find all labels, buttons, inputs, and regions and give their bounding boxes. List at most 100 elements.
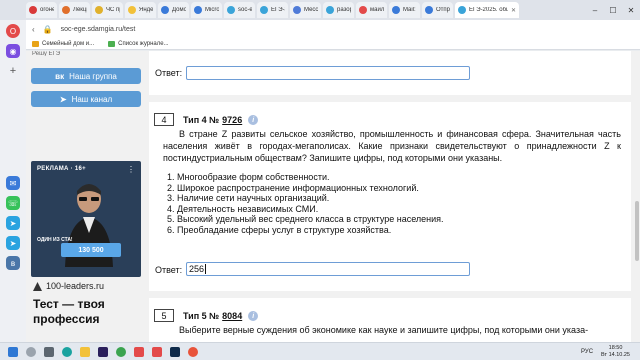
task-type-label: Тип 5 № (183, 311, 220, 321)
yandex-icon[interactable] (134, 346, 144, 357)
task-text: Выберите верные суждения об экономике ка… (179, 325, 589, 335)
browser-tab[interactable]: майл ру (356, 2, 387, 18)
close-icon[interactable]: ✕ (622, 6, 640, 15)
minimize-icon[interactable]: – (586, 6, 604, 15)
ad-site-label: 100-leaders.ru (46, 281, 105, 291)
tab-favicon-icon (260, 6, 268, 14)
telegram-channel-label: Наш канал (71, 94, 113, 104)
bookmark-item[interactable]: Список журнале... (108, 40, 169, 47)
photoshop-icon[interactable] (170, 346, 180, 357)
address-bar[interactable]: ‹ 🔒 soc-egе.sdamgia.ru/test (26, 20, 640, 38)
answer-input-prev[interactable] (186, 66, 470, 80)
premiere-icon[interactable] (98, 346, 108, 357)
browser-tab[interactable]: ЕГЭ-2025. общес✕ (455, 2, 519, 18)
tab-title: Mail: Пон (403, 7, 417, 13)
vk-group-button[interactable]: вк Наша группа (31, 68, 141, 84)
clock-time: 18:50 (608, 345, 623, 351)
edge-icon[interactable] (62, 346, 72, 357)
browser-tab[interactable]: Мессенджер (290, 2, 321, 18)
browser-tab[interactable]: ЕГЭ-2025 (257, 2, 288, 18)
url-text[interactable]: soc-egе.sdamgia.ru/test (61, 26, 136, 33)
screen: огонещ... Лекция Ч ЧС приро Яндекс Д Домовор… (0, 0, 640, 360)
add-icon[interactable]: + (6, 64, 20, 78)
task-option: 6. Преобладание сферы услуг в структуре … (167, 224, 392, 235)
yandex-icon[interactable] (152, 346, 162, 357)
ad-site-link[interactable]: 100-leaders.ru (33, 281, 104, 291)
chrome-icon[interactable] (116, 346, 126, 357)
answer-input[interactable]: 256 (186, 262, 470, 276)
browser-tab[interactable]: ЧС приро (92, 2, 123, 18)
lock-icon: 🔒 (42, 24, 53, 34)
tab-title: ЕГЭ-2025 (271, 7, 285, 13)
bookmark-icon (32, 40, 39, 47)
vk-icon[interactable]: в (6, 256, 20, 270)
tab-title: Microsoft (205, 7, 219, 13)
browser-tab[interactable]: разорет (323, 2, 354, 18)
browser-tab[interactable]: Mail: Пон (389, 2, 420, 18)
answer-label: Ответ: (155, 265, 183, 275)
task-option: 3. Наличие сети научных организаций. (167, 193, 330, 203)
language-indicator[interactable]: РУС (581, 349, 593, 355)
ad-headline[interactable]: Тест — твоя профессия (33, 297, 145, 327)
browser-tab[interactable]: огонещ... (26, 2, 57, 18)
tab-title: Домовор (172, 7, 186, 13)
tab-favicon-icon (425, 6, 433, 14)
tab-favicon-icon (95, 6, 103, 14)
task-number-box: 5 (154, 309, 174, 322)
browser-tab[interactable]: soc-egoc (224, 2, 255, 18)
tab-favicon-icon (194, 6, 202, 14)
telegram-icon[interactable]: ➤ (6, 216, 20, 230)
telegram-channel-button[interactable]: ➤ Наш канал (31, 91, 141, 107)
browser-tab[interactable]: Лекция Ч (59, 2, 90, 18)
task-text: В стране Z развиты сельское хозяйство, п… (163, 129, 621, 163)
back-icon[interactable]: ‹ (32, 25, 35, 34)
taskbar: РУС 18:50 Вт 14.10.25 (0, 342, 640, 360)
task-separator (149, 95, 631, 102)
vk-icon: вк (55, 71, 65, 81)
telegram-icon[interactable]: ➤ (6, 236, 20, 250)
tab-title: ЕГЭ-2025. общес (469, 7, 508, 13)
text-caret (205, 264, 207, 274)
explorer-icon[interactable] (80, 346, 90, 357)
task-view-icon[interactable] (44, 346, 54, 357)
browser-tab[interactable]: Отправле (422, 2, 453, 18)
browser-logo-icon[interactable]: O (6, 24, 20, 38)
windows-start-icon[interactable] (8, 346, 18, 357)
yandex-browser-icon[interactable] (188, 346, 198, 357)
info-icon[interactable]: i (248, 311, 259, 321)
tab-title: огонещ... (40, 7, 54, 13)
bookmarks-bar: Семейный дом и... Список журнале... (26, 38, 640, 50)
messenger-icon[interactable]: ✉ (6, 176, 20, 190)
browser-tab[interactable]: Домовор (158, 2, 189, 18)
answer-value: 256 (189, 264, 205, 274)
bookmark-item[interactable]: Семейный дом и... (32, 40, 94, 47)
more-options-icon[interactable]: ⋮ (127, 165, 135, 174)
web-page: Решу ЕГЭ вк Наша группа ➤ Наш канал РЕКЛ… (26, 51, 640, 342)
info-icon[interactable]: i (248, 115, 259, 125)
maximize-icon[interactable]: ☐ (604, 6, 622, 15)
ad-prize: 130 500 (61, 243, 121, 257)
browser-side-panel: O ◉ + ✉ ☏ ➤ ➤ в (0, 20, 26, 342)
tab-favicon-icon (128, 6, 136, 14)
tab-favicon-icon (293, 6, 301, 14)
tab-favicon-icon (392, 6, 400, 14)
scrollbar-track[interactable] (634, 51, 640, 342)
task-id-link[interactable]: 8084 (222, 311, 242, 321)
browser-tab[interactable]: Microsoft (191, 2, 222, 18)
answer-label: Ответ: (155, 68, 183, 78)
whatsapp-icon[interactable]: ☏ (6, 196, 20, 210)
clock[interactable]: 18:50 Вт 14.10.25 (601, 345, 630, 359)
ad-banner[interactable]: РЕКЛАМА · 16+ ⋮ ОДИН ИЗ СТА! 130 500 (31, 161, 141, 277)
task-id-link[interactable]: 9726 (222, 115, 242, 125)
tab-favicon-icon (161, 6, 169, 14)
scrollbar-thumb[interactable] (635, 201, 639, 261)
browser-tab[interactable]: Яндекс Д (125, 2, 156, 18)
alice-icon[interactable]: ◉ (6, 44, 20, 58)
search-icon[interactable] (26, 346, 36, 357)
telegram-icon: ➤ (59, 94, 67, 104)
task-options: 1. Многообразие форм собственности. 2. Ш… (167, 172, 444, 235)
test-content: Ответ: 4 Тип 4 № 9726 i В стране Z разви… (149, 51, 640, 342)
tab-title: Мессенджер (304, 7, 318, 13)
tab-close-icon[interactable]: ✕ (511, 7, 516, 14)
task-option: 5. Высокий удельный вес среднего класса … (167, 214, 444, 224)
